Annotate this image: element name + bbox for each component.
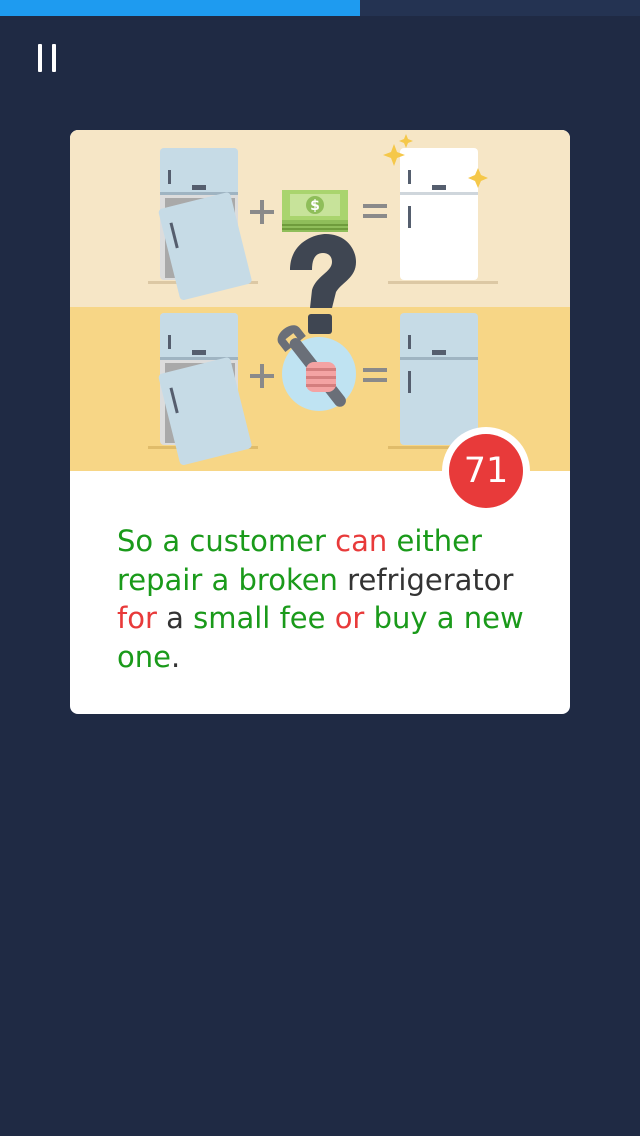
sentence-word[interactable]: can	[335, 524, 387, 558]
sentence-word[interactable]: either	[396, 524, 481, 558]
lesson-card: $ 71 So a customer can either repair a b…	[70, 130, 570, 714]
sentence-word[interactable]: So	[117, 524, 153, 558]
sentence-word[interactable]: small	[193, 601, 270, 635]
sentence-word[interactable]: for	[117, 601, 157, 635]
sentence-word[interactable]: fee	[280, 601, 326, 635]
progress-fill	[0, 0, 360, 16]
sentence-word[interactable]: a	[212, 563, 230, 597]
sentence-word[interactable]: new	[464, 601, 524, 635]
word-count-badge: 71	[442, 427, 530, 515]
sentence-word[interactable]: broken	[239, 563, 338, 597]
illustration: $	[70, 130, 570, 471]
sentence-word[interactable]: one	[117, 640, 171, 674]
repaired-fridge-icon	[400, 313, 478, 445]
money-icon: $	[282, 190, 348, 232]
sentence-word[interactable]: refrigerator	[347, 563, 513, 597]
sentence-punctuation: .	[170, 639, 181, 674]
pause-button[interactable]	[30, 38, 66, 78]
progress-track	[0, 0, 640, 16]
new-fridge-icon	[400, 148, 478, 280]
sentence-word[interactable]: or	[335, 601, 365, 635]
sentence-word[interactable]: a	[437, 601, 455, 635]
sentence-word[interactable]: repair	[117, 563, 202, 597]
sentence-word[interactable]: customer	[189, 524, 326, 558]
sentence-word[interactable]: a	[166, 601, 184, 635]
lesson-sentence: So a customer can either repair a broken…	[117, 522, 537, 676]
svg-text:$: $	[310, 198, 320, 214]
word-count-number: 71	[449, 434, 523, 508]
sentence-word[interactable]: a	[162, 524, 180, 558]
sentence-word[interactable]: buy	[374, 601, 428, 635]
